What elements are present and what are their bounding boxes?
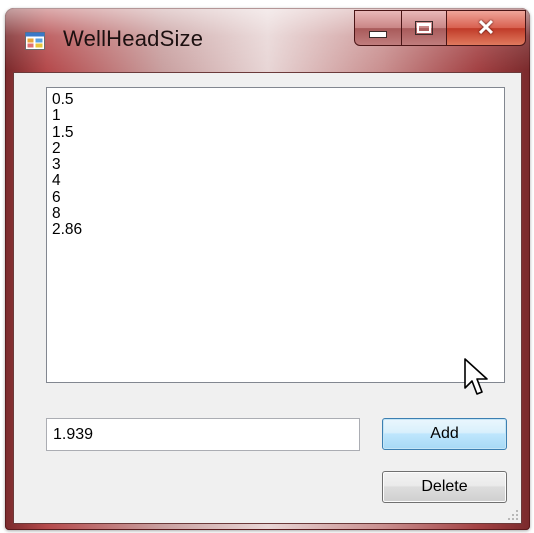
list-item[interactable]: 0.5: [52, 91, 499, 108]
list-item[interactable]: 3: [52, 156, 499, 173]
add-button[interactable]: Add: [382, 418, 507, 450]
maximize-icon: [415, 21, 433, 35]
add-button-label: Add: [430, 425, 459, 442]
size-input[interactable]: 1.939: [46, 418, 360, 451]
minimize-icon: [369, 30, 387, 38]
caption-buttons: ✕: [354, 10, 526, 46]
mouse-pointer-icon: [464, 358, 488, 395]
list-item[interactable]: 4: [52, 173, 499, 190]
close-button[interactable]: ✕: [447, 10, 526, 46]
app-window-icon: [25, 32, 45, 50]
list-item[interactable]: 1.5: [52, 124, 499, 141]
title-bar[interactable]: WellHeadSize ✕: [5, 8, 530, 70]
client-area: 0.5 1 1.5 2 3 4 6 8 2.86 1.939 Add Delete: [13, 72, 522, 524]
size-listbox[interactable]: 0.5 1 1.5 2 3 4 6 8 2.86: [46, 87, 505, 383]
minimize-button[interactable]: [354, 10, 402, 46]
list-item[interactable]: 2: [52, 140, 499, 157]
list-item[interactable]: 2.86: [52, 222, 499, 239]
close-icon: ✕: [476, 15, 496, 40]
window: WellHeadSize ✕ 0.5 1 1.5 2 3 4 6 8 2.86 1.939 Ad…: [5, 8, 530, 530]
resize-grip-icon[interactable]: [507, 509, 519, 521]
maximize-button[interactable]: [402, 10, 447, 46]
delete-button[interactable]: Delete: [382, 471, 507, 503]
list-item[interactable]: 1: [52, 107, 499, 124]
delete-button-label: Delete: [421, 478, 468, 495]
list-item[interactable]: 8: [52, 205, 499, 222]
list-item[interactable]: 6: [52, 189, 499, 206]
window-title: WellHeadSize: [63, 26, 204, 51]
